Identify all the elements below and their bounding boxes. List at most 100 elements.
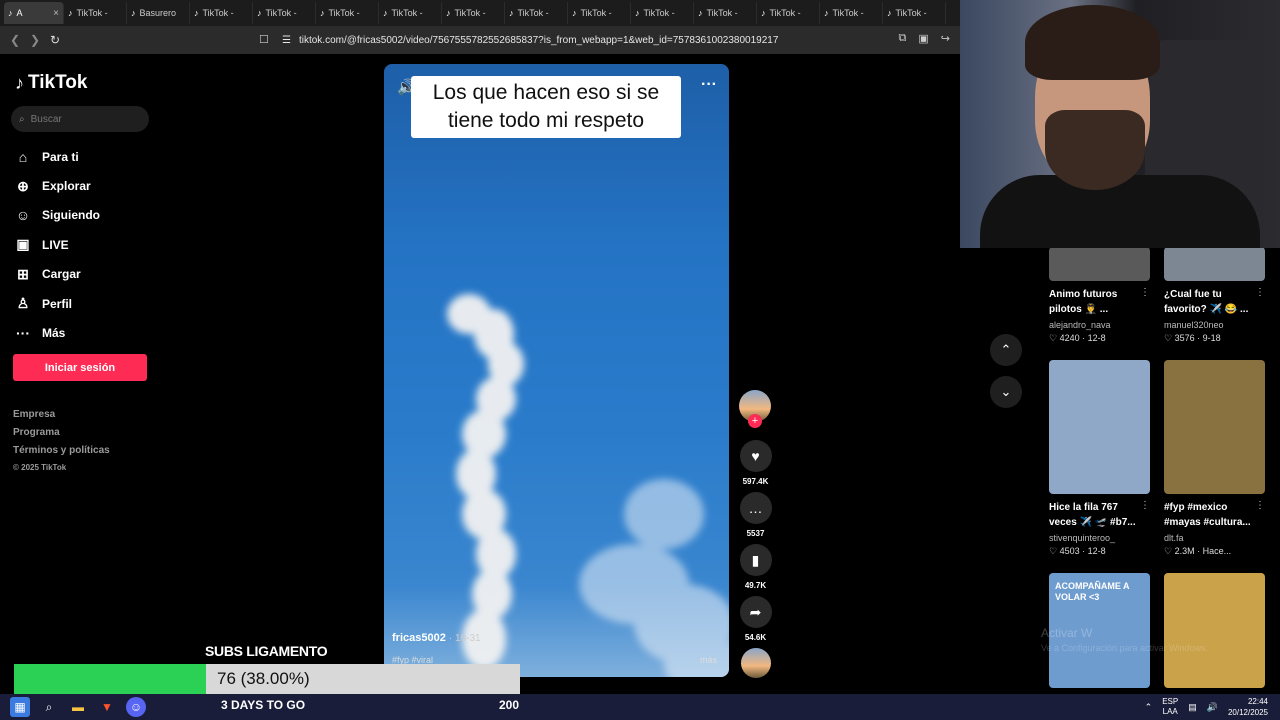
browser-tab[interactable]: ♪ TikTok - [379, 2, 442, 24]
more-options-icon[interactable]: ··· [701, 76, 717, 94]
cast-icon[interactable]: ▣ [918, 32, 928, 45]
sidebar-item-para-ti[interactable]: ⌂ Para ti [14, 142, 100, 171]
recommended-video-card[interactable] [1164, 573, 1265, 688]
search-box[interactable]: ⌕ [11, 106, 149, 132]
clock[interactable]: 22:44 20/12/2025 [1228, 696, 1268, 718]
like-button[interactable]: ♥ [739, 440, 772, 472]
video-thumbnail[interactable] [1164, 247, 1265, 281]
reload-icon[interactable]: ↻ [45, 33, 65, 47]
browser-tab[interactable]: ♪ TikTok - [694, 2, 757, 24]
save-button[interactable]: ▮ [739, 544, 772, 576]
sidebar-item-live[interactable]: ▣ LIVE [14, 230, 100, 259]
file-explorer-icon[interactable]: ▬ [68, 697, 88, 717]
share-icon[interactable]: ↪ [941, 32, 950, 45]
browser-tab[interactable]: ♪ TikTok - [757, 2, 820, 24]
card-title[interactable]: Hice la fila 767 veces ✈️ 🛫 #b7... [1049, 500, 1141, 530]
address-bar: ❮ ❯ ↻ ☐ ☰ tiktok.com/@fricas5002/video/7… [0, 26, 960, 54]
footer-link-empresa[interactable]: Empresa [13, 409, 110, 427]
card-more-icon[interactable]: ⋮ [1140, 287, 1150, 298]
sidebar-item-cargar[interactable]: ⊞ Cargar [14, 260, 100, 289]
comment-button[interactable]: … [739, 492, 772, 524]
language-indicator[interactable]: ESP LAA [1162, 697, 1178, 717]
tiktok-favicon-icon: ♪ [383, 8, 388, 18]
tab-label: TikTok - [643, 8, 675, 18]
video-thumbnail[interactable] [1049, 360, 1150, 494]
video-player[interactable]: 🔊 Los que hacen eso si se tiene todo mi … [384, 64, 729, 677]
login-button[interactable]: Iniciar sesión [13, 354, 147, 381]
forward-icon[interactable]: ❯ [25, 33, 45, 47]
url-text[interactable]: tiktok.com/@fricas5002/video/75675557825… [299, 35, 778, 46]
browser-tab[interactable]: ♪ TikTok - [883, 2, 946, 24]
video-author[interactable]: fricas5002 · 10-31 [392, 632, 481, 644]
author-avatar[interactable]: + [739, 390, 771, 428]
browser-tab[interactable]: ♪ TikTok - [64, 2, 127, 24]
footer-link-terminos[interactable]: Términos y políticas [13, 445, 110, 463]
lang-bottom: LAA [1162, 707, 1178, 716]
search-icon: ⌕ [19, 113, 25, 125]
sidebar-item-más[interactable]: ··· Más [14, 318, 100, 347]
card-username[interactable]: stivenquinteroo_ [1049, 533, 1150, 543]
tiktok-favicon-icon: ♪ [761, 8, 766, 18]
browser-tab[interactable]: ♪ A × [4, 2, 64, 24]
card-stats: ♡ 2.3M · Hace... [1164, 546, 1265, 557]
recommended-video-card[interactable]: Animo futuros pilotos 👨‍✈️ ... ⋮ alejandro… [1049, 247, 1150, 344]
browser-tab[interactable]: ♪ TikTok - [190, 2, 253, 24]
tray-chevron-icon[interactable]: ⌃ [1145, 702, 1153, 713]
browser-tab[interactable]: ♪ TikTok - [568, 2, 631, 24]
footer-link-programa[interactable]: Programa [13, 427, 110, 445]
author-name[interactable]: fricas5002 [392, 632, 446, 644]
music-disc[interactable] [740, 648, 771, 678]
tiktok-favicon-icon: ♪ [887, 8, 892, 18]
extension-icon[interactable]: ⧉ [899, 32, 907, 45]
heart-outline-icon: ♡ [1049, 333, 1060, 343]
card-more-icon[interactable]: ⋮ [1255, 500, 1265, 511]
tab-label: TikTok - [76, 8, 108, 18]
share-button[interactable]: ➦ [739, 596, 772, 628]
more-link[interactable]: más [700, 655, 717, 665]
previous-video-button[interactable]: ⌃ [990, 334, 1022, 366]
card-username[interactable]: alejandro_nava [1049, 320, 1150, 330]
card-username[interactable]: manuel320neo [1164, 320, 1265, 330]
browser-tab[interactable]: ♪ TikTok - [316, 2, 379, 24]
brave-browser-icon[interactable]: ▼ [97, 697, 117, 717]
browser-tab[interactable]: ♪ TikTok - [442, 2, 505, 24]
back-icon[interactable]: ❮ [5, 33, 25, 47]
browser-tab[interactable]: ♪ Basurero [127, 2, 190, 24]
card-stats: ♡ 4503 · 12-8 [1049, 546, 1150, 557]
card-title[interactable]: Animo futuros pilotos 👨‍✈️ ... [1049, 287, 1141, 317]
browser-tab[interactable]: ♪ TikTok - [505, 2, 568, 24]
tab-label: TikTok - [391, 8, 423, 18]
card-more-icon[interactable]: ⋮ [1140, 500, 1150, 511]
search-input[interactable] [30, 113, 131, 125]
start-icon[interactable]: ▦ [10, 697, 30, 717]
taskbar-search-icon[interactable]: ⌕ [39, 697, 59, 717]
card-title[interactable]: #fyp #mexico #mayas #cultura... [1164, 500, 1256, 530]
recommended-video-card[interactable]: Hice la fila 767 veces ✈️ 🛫 #b7... ⋮ stive… [1049, 360, 1150, 557]
recommended-video-card[interactable]: #fyp #mexico #mayas #cultura... ⋮ dlt.fa ♡ … [1164, 360, 1265, 557]
sidebar-item-siguiendo[interactable]: ☺ Siguiendo [14, 201, 100, 230]
card-title[interactable]: ¿Cual fue tu favorito? ✈️ 😂 ... [1164, 287, 1256, 317]
site-info-icon[interactable]: ☰ [282, 35, 291, 46]
discord-icon[interactable]: ☺ [126, 697, 146, 717]
browser-tab[interactable]: ♪ TikTok - [820, 2, 883, 24]
sidebar-item-label: Perfil [42, 296, 73, 311]
bookmark-icon[interactable]: ☐ [259, 33, 269, 46]
card-more-icon[interactable]: ⋮ [1255, 287, 1265, 298]
card-username[interactable]: dlt.fa [1164, 533, 1265, 543]
video-thumbnail[interactable] [1164, 360, 1265, 494]
tiktok-logo[interactable]: ♪ TikTok [15, 72, 87, 94]
sidebar-item-label: Más [42, 326, 66, 341]
close-tab-icon[interactable]: × [53, 8, 59, 19]
volume-tray-icon[interactable]: 🔊 [1207, 702, 1218, 713]
video-thumbnail[interactable] [1164, 573, 1265, 688]
sidebar-item-perfil[interactable]: ♙ Perfil [14, 289, 100, 318]
network-icon[interactable]: ▤ [1188, 702, 1197, 713]
recommended-video-card[interactable]: ¿Cual fue tu favorito? ✈️ 😂 ... ⋮ manuel32… [1164, 247, 1265, 344]
follow-plus-icon[interactable]: + [748, 414, 762, 428]
browser-tab[interactable]: ♪ TikTok - [253, 2, 316, 24]
sidebar-item-explorar[interactable]: ⊕ Explorar [14, 171, 100, 200]
video-thumbnail[interactable] [1049, 247, 1150, 281]
next-video-button[interactable]: ⌄ [990, 376, 1022, 408]
card-likes: 2.3M [1174, 546, 1195, 556]
browser-tab[interactable]: ♪ TikTok - [631, 2, 694, 24]
